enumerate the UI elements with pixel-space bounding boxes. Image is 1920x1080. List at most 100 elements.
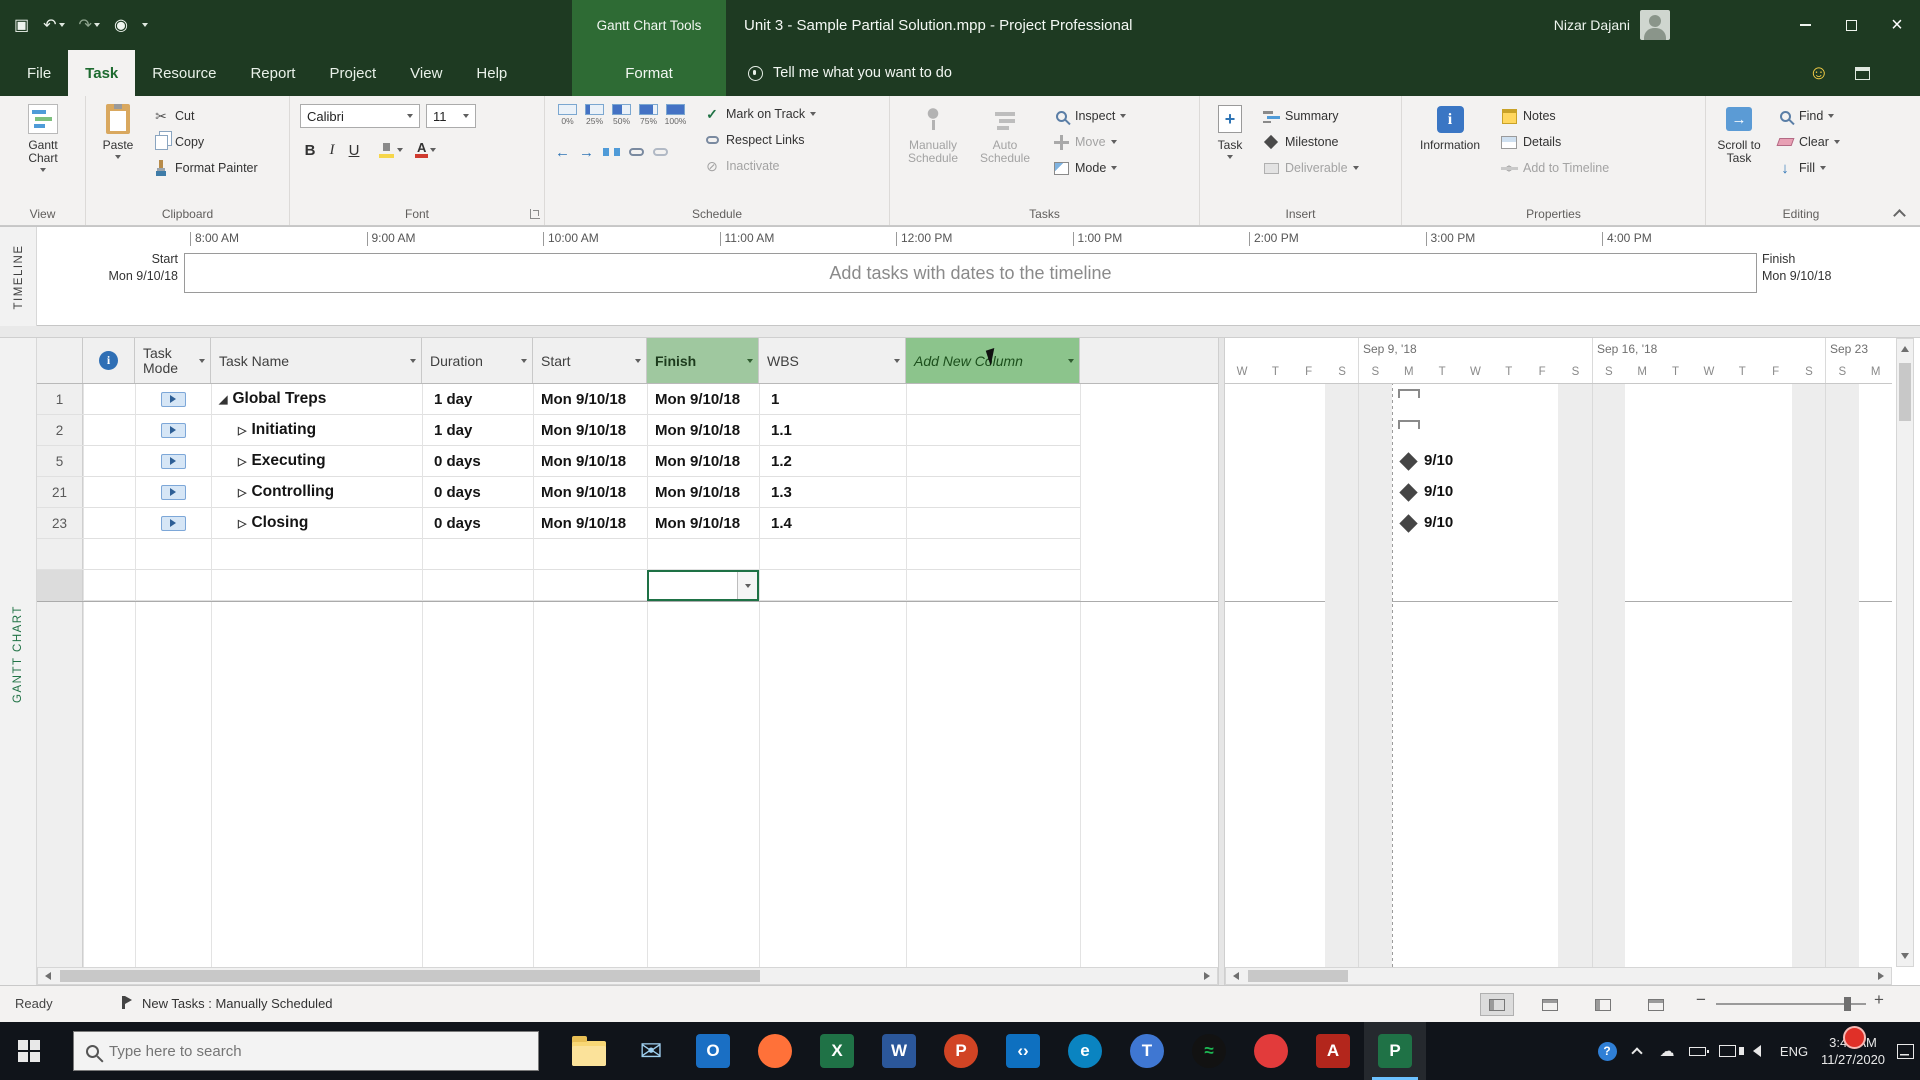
finish-column-header[interactable]: Finish	[647, 338, 759, 383]
task-mode-cell[interactable]	[135, 415, 211, 445]
zoom-slider[interactable]	[1716, 1003, 1866, 1005]
info-cell[interactable]	[83, 508, 135, 538]
gantt-horizontal-scrollbar[interactable]	[1225, 967, 1892, 985]
tab-view[interactable]: View	[393, 50, 459, 96]
gantt-chart-view-button[interactable]: Gantt Chart	[14, 96, 72, 172]
new-tasks-flag-icon[interactable]	[122, 996, 125, 1012]
acrobat-icon[interactable]: A	[1302, 1022, 1364, 1080]
maximize-button[interactable]	[1828, 0, 1874, 50]
cell-dropdown-button[interactable]	[737, 572, 757, 599]
wbs-cell[interactable]: 1.4	[759, 508, 906, 538]
status-view-team-planner-button[interactable]	[1586, 993, 1620, 1016]
outdent-task-icon[interactable]: ←	[555, 144, 570, 161]
account-area[interactable]: Nizar Dajani	[1554, 0, 1670, 50]
table-row[interactable]: 2 ▷Initiating 1 day Mon 9/10/18 Mon 9/10…	[37, 415, 1080, 446]
edge-icon[interactable]: e	[1054, 1022, 1116, 1080]
clear-button[interactable]: Clear	[1776, 130, 1840, 154]
scroll-down-icon[interactable]	[1895, 948, 1915, 964]
wbs-column-header[interactable]: WBS	[759, 338, 906, 383]
wbs-cell[interactable]: 1.3	[759, 477, 906, 507]
tray-chevron-up-icon[interactable]	[1622, 1022, 1652, 1080]
task-name-cell[interactable]: ◢Global Treps	[211, 384, 422, 414]
empty-table-row[interactable]	[37, 570, 1080, 601]
start-cell[interactable]: Mon 9/10/18	[533, 477, 647, 507]
underline-button[interactable]: U	[344, 142, 364, 159]
scroll-to-task-button[interactable]: → Scroll to Task	[1710, 96, 1768, 165]
expand-triangle-icon[interactable]: ▷	[238, 424, 246, 437]
save-icon[interactable]: ▣	[14, 15, 29, 35]
select-all-header[interactable]	[37, 338, 83, 383]
duration-cell[interactable]: 1 day	[422, 384, 533, 414]
expand-triangle-icon[interactable]: ▷	[238, 455, 246, 468]
status-view-sheet-button[interactable]	[1639, 993, 1673, 1016]
add-to-timeline-button[interactable]: Add to Timeline	[1500, 156, 1609, 180]
zoom-out-icon[interactable]: −	[1696, 990, 1706, 1010]
search-input[interactable]	[109, 1043, 489, 1060]
start-cell[interactable]: Mon 9/10/18	[533, 508, 647, 538]
font-size-select[interactable]: 11	[426, 104, 476, 128]
indent-task-icon[interactable]: →	[579, 144, 594, 161]
details-button[interactable]: Details	[1500, 130, 1561, 154]
information-button[interactable]: i Information	[1410, 96, 1490, 152]
start-cell[interactable]: Mon 9/10/18	[533, 446, 647, 476]
status-view-gantt-button[interactable]	[1480, 993, 1514, 1016]
tab-help[interactable]: Help	[459, 50, 524, 96]
scrollbar-thumb[interactable]	[60, 970, 760, 982]
mail-icon[interactable]: ✉	[620, 1022, 682, 1080]
finish-cell[interactable]: Mon 9/10/18	[647, 446, 759, 476]
row-number[interactable]: 1	[37, 384, 83, 414]
word-icon[interactable]: W	[868, 1022, 930, 1080]
scroll-right-icon[interactable]	[1871, 968, 1891, 984]
row-number[interactable]: 2	[37, 415, 83, 445]
start-button[interactable]	[0, 1022, 58, 1080]
language-indicator[interactable]: ENG	[1772, 1022, 1816, 1080]
task-name-cell[interactable]: ▷Closing	[211, 508, 422, 538]
table-horizontal-scrollbar[interactable]	[37, 967, 1218, 985]
task-mode-column-header[interactable]: Task Mode	[135, 338, 211, 383]
finish-cell[interactable]: Mon 9/10/18	[647, 384, 759, 414]
tab-resource[interactable]: Resource	[135, 50, 233, 96]
split-task-icon[interactable]	[603, 148, 620, 156]
percent-complete-75-button[interactable]: 75%	[636, 103, 661, 126]
undo-icon[interactable]: ↶	[43, 15, 64, 35]
insert-task-button[interactable]: + Task	[1206, 96, 1254, 159]
milestone-diamond[interactable]	[1399, 452, 1417, 470]
outlook-icon[interactable]: O	[682, 1022, 744, 1080]
excel-icon[interactable]: X	[806, 1022, 868, 1080]
task-name-cell[interactable]: ▷Controlling	[211, 477, 422, 507]
file-explorer-icon[interactable]	[558, 1022, 620, 1080]
help-icon[interactable]: ?	[1592, 1022, 1622, 1080]
font-family-select[interactable]: Calibri	[300, 104, 420, 128]
task-mode-cell[interactable]	[135, 477, 211, 507]
notes-button[interactable]: Notes	[1500, 104, 1556, 128]
info-column-header[interactable]: i	[83, 338, 135, 383]
summary-bracket[interactable]	[1398, 420, 1420, 429]
scroll-left-icon[interactable]	[1226, 968, 1246, 984]
wbs-cell[interactable]: 1.2	[759, 446, 906, 476]
onedrive-cloud-icon[interactable]: ☁	[1652, 1022, 1682, 1080]
duration-cell[interactable]: 1 day	[422, 415, 533, 445]
respect-links-button[interactable]: Respect Links	[703, 128, 805, 152]
finish-cell[interactable]: Mon 9/10/18	[647, 477, 759, 507]
percent-complete-50-button[interactable]: 50%	[609, 103, 634, 126]
speaker-icon[interactable]	[1742, 1022, 1772, 1080]
zoom-in-icon[interactable]: +	[1874, 990, 1884, 1010]
task-mode-cell[interactable]	[135, 446, 211, 476]
inactivate-button[interactable]: ⊘ Inactivate	[703, 154, 780, 178]
percent-complete-100-button[interactable]: 100%	[663, 103, 688, 126]
percent-complete-0-button[interactable]: 0%	[555, 103, 580, 126]
scrollbar-thumb[interactable]	[1899, 363, 1911, 421]
new-tasks-mode[interactable]: New Tasks : Manually Scheduled	[142, 996, 333, 1011]
pane-splitter-vertical[interactable]	[1218, 338, 1225, 985]
summary-bracket[interactable]	[1398, 389, 1420, 398]
task-name-cell[interactable]: ▷Initiating	[211, 415, 422, 445]
vertical-scrollbar[interactable]	[1896, 338, 1914, 967]
percent-complete-25-button[interactable]: 25%	[582, 103, 607, 126]
duration-cell[interactable]: 0 days	[422, 477, 533, 507]
insert-summary-button[interactable]: Summary	[1262, 104, 1338, 128]
scroll-up-icon[interactable]	[1895, 341, 1915, 357]
copy-button[interactable]: Copy	[152, 130, 204, 154]
unlink-tasks-icon[interactable]	[653, 148, 668, 156]
manually-schedule-button[interactable]: Manually Schedule	[896, 96, 970, 165]
mode-button[interactable]: Mode	[1052, 156, 1117, 180]
